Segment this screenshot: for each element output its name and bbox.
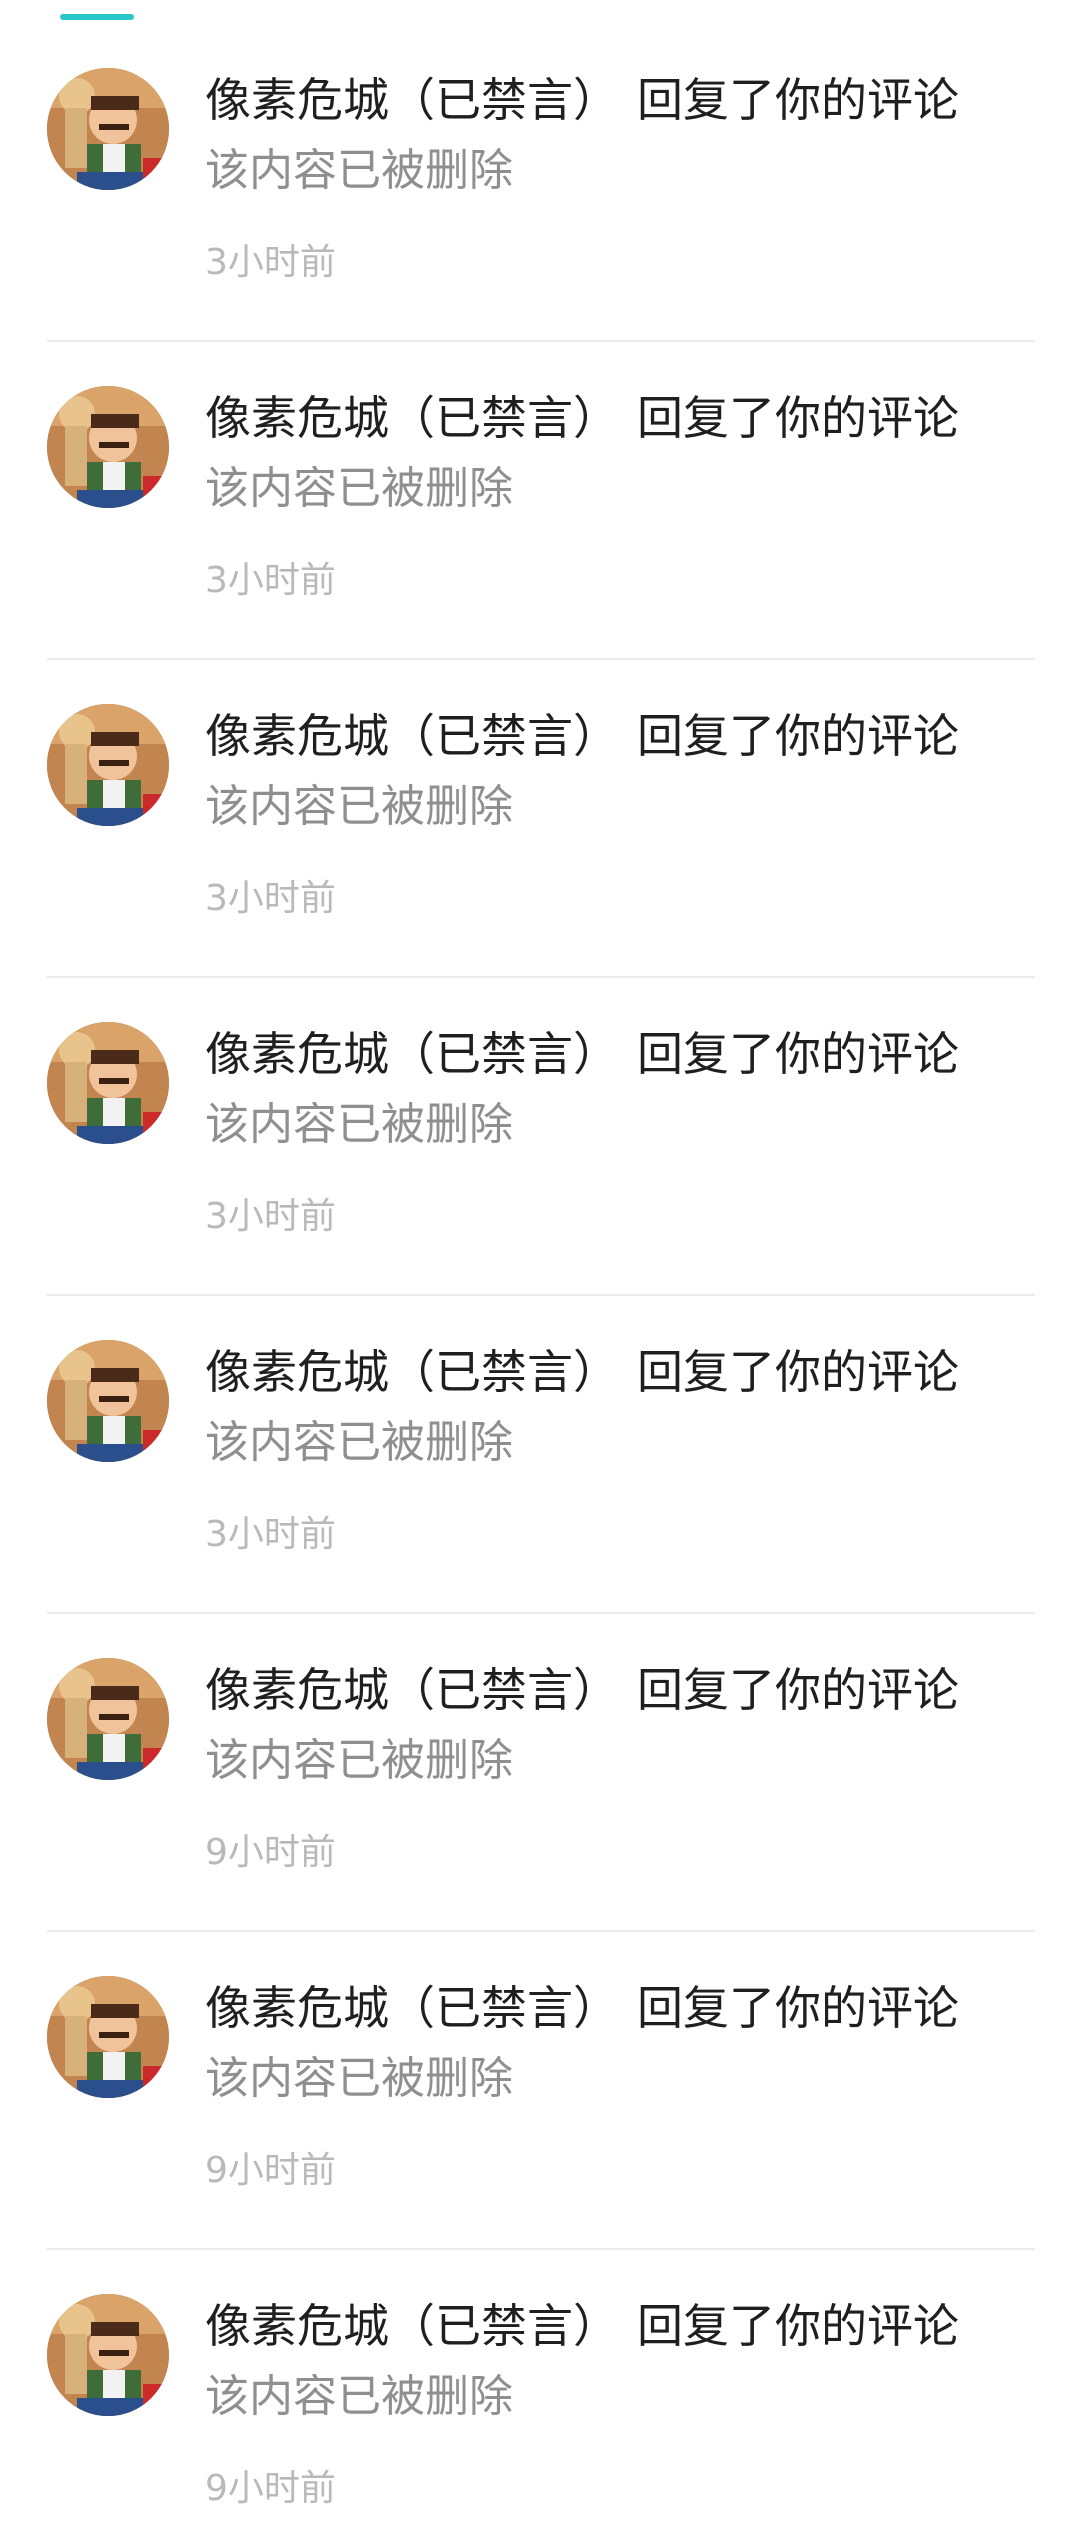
avatar[interactable]: [47, 1658, 169, 1780]
notification-item[interactable]: 像素危城（已禁言） 回复了你的评论 该内容已被删除 3小时前: [47, 0, 1035, 318]
notification-item[interactable]: 像素危城（已禁言） 回复了你的评论 该内容已被删除 3小时前: [47, 1272, 1035, 1590]
avatar[interactable]: [47, 386, 169, 508]
avatar[interactable]: [47, 2294, 169, 2416]
action-text: 回复了你的评论: [637, 1027, 959, 1081]
avatar-image: [47, 1340, 169, 1462]
user-name[interactable]: 像素危城（已禁言）: [205, 2299, 619, 2353]
timestamp: 9小时前: [205, 2468, 336, 2509]
comment-content: 该内容已被删除: [205, 1099, 513, 1150]
notification-title: 像素危城（已禁言） 回复了你的评论: [205, 2294, 959, 2358]
avatar[interactable]: [47, 1340, 169, 1462]
notification-item[interactable]: 像素危城（已禁言） 回复了你的评论 该内容已被删除 3小时前: [47, 636, 1035, 954]
avatar-image: [47, 1022, 169, 1144]
avatar-image: [47, 704, 169, 826]
comment-content: 该内容已被删除: [205, 2053, 513, 2104]
avatar-image: [47, 2294, 169, 2416]
avatar-image: [47, 1658, 169, 1780]
comment-content: 该内容已被删除: [205, 2371, 513, 2422]
avatar-image: [47, 68, 169, 190]
avatar-image: [47, 1976, 169, 2098]
comment-content: 该内容已被删除: [205, 1417, 513, 1468]
comment-content: 该内容已被删除: [205, 145, 513, 196]
comment-content: 该内容已被删除: [205, 781, 513, 832]
notification-item[interactable]: 像素危城（已禁言） 回复了你的评论 该内容已被删除 9小时前: [47, 1590, 1035, 1908]
user-name[interactable]: 像素危城（已禁言）: [205, 1027, 619, 1081]
timestamp: 9小时前: [205, 1832, 336, 1873]
avatar[interactable]: [47, 704, 169, 826]
timestamp: 3小时前: [205, 560, 336, 601]
action-text: 回复了你的评论: [637, 1345, 959, 1399]
avatar-image: [47, 386, 169, 508]
timestamp: 9小时前: [205, 2150, 336, 2191]
action-text: 回复了你的评论: [637, 1663, 959, 1717]
notification-item[interactable]: 像素危城（已禁言） 回复了你的评论 该内容已被删除 9小时前: [47, 1908, 1035, 2226]
avatar[interactable]: [47, 68, 169, 190]
timestamp: 3小时前: [205, 242, 336, 283]
notification-title: 像素危城（已禁言） 回复了你的评论: [205, 1658, 959, 1722]
timestamp: 3小时前: [205, 878, 336, 919]
comment-content: 该内容已被删除: [205, 1735, 513, 1786]
action-text: 回复了你的评论: [637, 391, 959, 445]
notification-item[interactable]: 像素危城（已禁言） 回复了你的评论 该内容已被删除 9小时前: [47, 2226, 1035, 2544]
notification-item[interactable]: 像素危城（已禁言） 回复了你的评论 该内容已被删除 3小时前: [47, 318, 1035, 636]
notification-item[interactable]: 像素危城（已禁言） 回复了你的评论 该内容已被删除 3小时前: [47, 954, 1035, 1272]
notification-title: 像素危城（已禁言） 回复了你的评论: [205, 68, 959, 132]
action-text: 回复了你的评论: [637, 1981, 959, 2035]
action-text: 回复了你的评论: [637, 73, 959, 127]
user-name[interactable]: 像素危城（已禁言）: [205, 1663, 619, 1717]
notification-title: 像素危城（已禁言） 回复了你的评论: [205, 1022, 959, 1086]
user-name[interactable]: 像素危城（已禁言）: [205, 1981, 619, 2035]
action-text: 回复了你的评论: [637, 2299, 959, 2353]
notification-title: 像素危城（已禁言） 回复了你的评论: [205, 386, 959, 450]
notification-title: 像素危城（已禁言） 回复了你的评论: [205, 1976, 959, 2040]
user-name[interactable]: 像素危城（已禁言）: [205, 391, 619, 445]
user-name[interactable]: 像素危城（已禁言）: [205, 709, 619, 763]
timestamp: 3小时前: [205, 1514, 336, 1555]
action-text: 回复了你的评论: [637, 709, 959, 763]
notification-title: 像素危城（已禁言） 回复了你的评论: [205, 704, 959, 768]
avatar[interactable]: [47, 1022, 169, 1144]
timestamp: 3小时前: [205, 1196, 336, 1237]
avatar[interactable]: [47, 1976, 169, 2098]
notification-title: 像素危城（已禁言） 回复了你的评论: [205, 1340, 959, 1404]
comment-content: 该内容已被删除: [205, 463, 513, 514]
user-name[interactable]: 像素危城（已禁言）: [205, 1345, 619, 1399]
user-name[interactable]: 像素危城（已禁言）: [205, 73, 619, 127]
